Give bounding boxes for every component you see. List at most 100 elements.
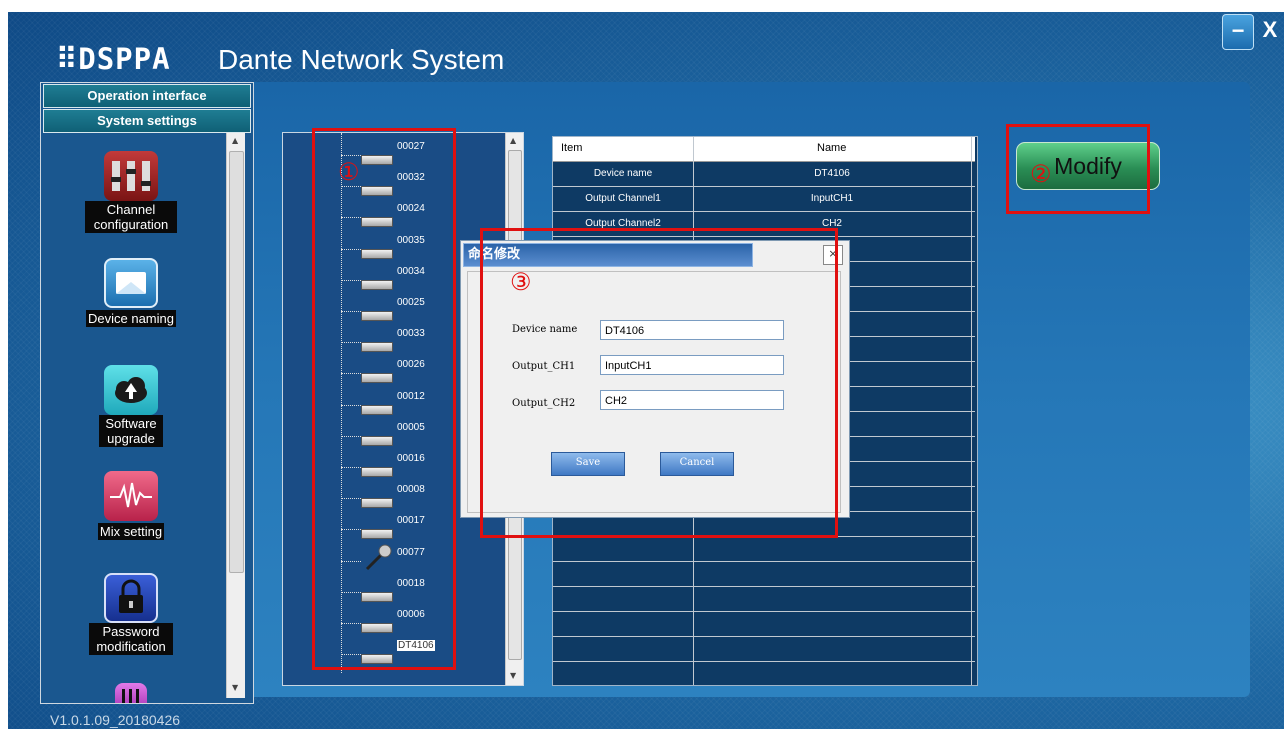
cloud-upload-icon	[104, 365, 158, 415]
device-name-input[interactable]: DT4106	[600, 320, 784, 340]
tree-branch	[341, 435, 361, 437]
device-icon	[361, 498, 393, 509]
device-id-label: 00032	[397, 172, 425, 184]
device-id-label: 00005	[397, 421, 425, 433]
close-button[interactable]: X	[1256, 14, 1284, 48]
device-id-label: 00018	[397, 577, 425, 589]
tree-branch	[341, 498, 361, 500]
device-icon	[361, 623, 393, 633]
dialog-title: 命名修改	[463, 243, 753, 267]
device-id-label: 00034	[397, 265, 425, 277]
sidebar-item-label: Software upgrade	[99, 415, 163, 447]
channel-config-icon	[104, 151, 158, 201]
device-id-label: 00077	[397, 546, 425, 558]
sidebar-scrollbar[interactable]: ▲ ▼	[226, 133, 245, 698]
microphone-icon	[365, 544, 392, 570]
device-id-label: 00024	[397, 203, 425, 215]
output-ch2-input[interactable]: CH2	[600, 390, 784, 410]
scroll-down-icon[interactable]: ▼	[510, 671, 516, 680]
table-cell-item: Output Channel2	[585, 218, 661, 229]
sidebar-item-software-upgrade[interactable]: Software upgrade	[41, 365, 221, 447]
tree-branch	[341, 404, 361, 406]
table-row[interactable]	[553, 661, 975, 685]
sidebar-item-label: Password modification	[89, 623, 173, 655]
table-row[interactable]: Output Channel1 InputCH1	[553, 186, 975, 212]
device-icon	[361, 467, 393, 477]
tree-branch	[341, 373, 361, 375]
column-header-name[interactable]: Name	[817, 142, 846, 154]
table-cell-name: InputCH1	[810, 193, 854, 204]
scroll-up-icon[interactable]: ▲	[232, 136, 238, 145]
tree-branch	[341, 217, 361, 219]
table-row[interactable]	[553, 536, 975, 562]
minimize-button[interactable]: −	[1222, 14, 1254, 50]
device-id-label: 00016	[397, 453, 425, 464]
table-row[interactable]: Device name DT4106	[553, 161, 975, 187]
scroll-up-icon[interactable]: ▲	[510, 136, 516, 145]
table-row[interactable]	[553, 611, 975, 637]
device-icon	[361, 217, 393, 228]
sidebar-item-channel-configuration[interactable]: Channel configuration	[41, 151, 221, 233]
table-cell-item: Output Channel1	[585, 193, 661, 204]
tree-branch	[341, 311, 361, 312]
sidebar-item-more[interactable]	[41, 683, 221, 703]
scrollbar-thumb[interactable]	[229, 151, 244, 573]
tab-operation-interface[interactable]: Operation interface	[43, 84, 251, 108]
scroll-down-icon[interactable]: ▼	[232, 683, 238, 692]
tree-branch	[341, 155, 361, 156]
table-row[interactable]	[553, 586, 975, 612]
lock-icon	[104, 573, 158, 623]
tree-branch	[341, 467, 361, 468]
sidebar-item-device-naming[interactable]: Device naming	[41, 258, 221, 327]
sidebar-item-mix-setting[interactable]: Mix setting	[41, 471, 221, 540]
device-id-label: 00025	[397, 297, 425, 308]
sidebar-item-label: Channel configuration	[85, 201, 177, 233]
device-id-label: DT4106	[397, 640, 435, 652]
device-icon	[361, 404, 393, 415]
field-label-device-name-text: Device name	[512, 324, 578, 335]
sidebar-item-password-modification[interactable]: Password modification	[41, 573, 221, 655]
sidebar: Operation interface System settings Chan…	[40, 82, 254, 704]
device-id-label: 00035	[397, 234, 425, 246]
field-label-output-ch2: Output_CH2	[512, 398, 576, 409]
dialog-close-icon[interactable]: ×	[823, 245, 843, 265]
tree-branch	[341, 186, 361, 188]
tree-branch	[341, 342, 361, 344]
device-id-label: 00027	[397, 141, 425, 152]
device-icon	[361, 654, 393, 665]
table-header: Item Name	[553, 137, 975, 162]
output-ch1-input[interactable]: InputCH1	[600, 355, 784, 375]
tab-system-settings[interactable]: System settings	[43, 109, 251, 133]
save-button[interactable]: Save	[551, 452, 625, 476]
device-icon	[361, 591, 393, 602]
tree-branch	[341, 248, 361, 250]
annotation-number-2: ②	[1030, 160, 1052, 188]
device-id-label: 00008	[397, 484, 425, 496]
brand-logo: ⠿DSPPA	[56, 42, 171, 76]
tree-branch	[341, 279, 361, 281]
device-id-label: 00012	[397, 390, 425, 402]
table-row[interactable]	[553, 561, 975, 587]
column-header-item[interactable]: Item	[561, 142, 582, 154]
device-icon	[361, 529, 393, 540]
table-row[interactable]	[553, 636, 975, 662]
device-icon	[361, 373, 393, 384]
device-id-label: 00026	[397, 359, 425, 371]
version-label: V1.0.1.09_20180426	[50, 712, 181, 728]
equalizer-icon	[115, 683, 147, 703]
annotation-number-3: ③	[510, 268, 532, 296]
sidebar-item-label: Mix setting	[97, 523, 165, 540]
sidebar-item-label: Device naming	[86, 310, 176, 327]
title-bar: ⠿DSPPA Dante Network System − X	[8, 12, 1284, 92]
app-title: Dante Network System	[218, 44, 505, 75]
cancel-button[interactable]: Cancel	[660, 452, 734, 476]
table-row[interactable]: Output Channel2 CH2	[553, 211, 975, 237]
field-label-output-ch1: Output_CH1	[512, 361, 576, 372]
tree-branch	[341, 560, 361, 562]
table-cell-name: DT4106	[814, 168, 850, 179]
device-icon	[361, 435, 393, 446]
mix-waveform-icon	[104, 471, 158, 521]
tree-branch	[341, 591, 361, 593]
device-icon	[361, 186, 393, 197]
tree-branch	[341, 623, 361, 624]
